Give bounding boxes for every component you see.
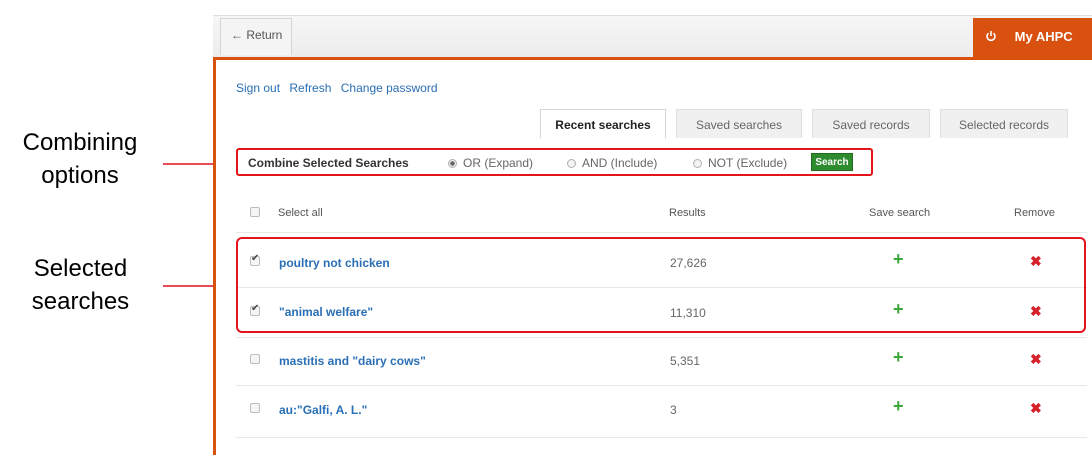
row-checkbox[interactable] — [250, 403, 260, 413]
selected-searches-highlight — [236, 237, 1086, 333]
option-or[interactable]: OR (Expand) — [448, 156, 533, 170]
radio-and[interactable] — [567, 159, 576, 168]
row-checkbox[interactable] — [250, 354, 260, 364]
tab-saved-records[interactable]: Saved records — [812, 109, 930, 138]
annotation-selected-searches: Selected searches — [31, 255, 130, 315]
row-divider — [236, 337, 1087, 338]
plus-icon[interactable]: + — [893, 348, 904, 366]
result-count: 3 — [670, 403, 677, 417]
tab-recent-searches[interactable]: Recent searches — [540, 109, 666, 138]
save-search-header: Save search — [869, 207, 931, 219]
row-divider — [236, 385, 1087, 386]
tab-saved-searches[interactable]: Saved searches — [676, 109, 802, 138]
select-all-label: Select all — [278, 207, 323, 219]
results-header: Results — [669, 207, 706, 219]
radio-or[interactable] — [448, 159, 457, 168]
return-button[interactable]: ← Return — [220, 18, 292, 55]
option-not[interactable]: NOT (Exclude) — [693, 156, 787, 170]
combine-label: Combine Selected Searches — [248, 156, 409, 170]
x-icon[interactable]: ✖ — [1030, 401, 1042, 415]
my-ahpc-label: My AHPC — [1014, 29, 1073, 44]
account-links: Sign out Refresh Change password — [236, 81, 444, 95]
select-all-checkbox[interactable] — [250, 207, 260, 217]
option-and-label: AND (Include) — [582, 156, 658, 170]
header-divider — [236, 232, 1087, 233]
query-link[interactable]: au:"Galfi, A. L." — [279, 403, 367, 417]
return-label: ← Return — [231, 28, 283, 42]
power-icon — [985, 29, 1011, 44]
option-or-label: OR (Expand) — [463, 156, 534, 170]
radio-not[interactable] — [693, 159, 702, 168]
my-ahpc-tab[interactable]: My AHPC — [973, 18, 1092, 57]
x-icon[interactable]: ✖ — [1030, 352, 1042, 366]
plus-icon[interactable]: + — [893, 397, 904, 415]
tab-selected-records[interactable]: Selected records — [940, 109, 1068, 138]
combine-searches-bar: Combine Selected Searches OR (Expand) AN… — [236, 148, 873, 176]
query-link[interactable]: mastitis and "dairy cows" — [279, 354, 426, 368]
remove-header: Remove — [1014, 207, 1055, 219]
option-not-label: NOT (Exclude) — [708, 156, 788, 170]
option-and[interactable]: AND (Include) — [567, 156, 657, 170]
sign-out-link[interactable]: Sign out — [236, 81, 280, 95]
change-password-link[interactable]: Change password — [341, 81, 438, 95]
combine-search-button[interactable]: Search — [811, 153, 853, 171]
row-divider — [236, 437, 1087, 438]
result-count: 5,351 — [670, 354, 701, 368]
top-bar — [213, 15, 1092, 58]
refresh-link[interactable]: Refresh — [289, 81, 331, 95]
annotation-combining-options: Combining options — [22, 129, 138, 189]
